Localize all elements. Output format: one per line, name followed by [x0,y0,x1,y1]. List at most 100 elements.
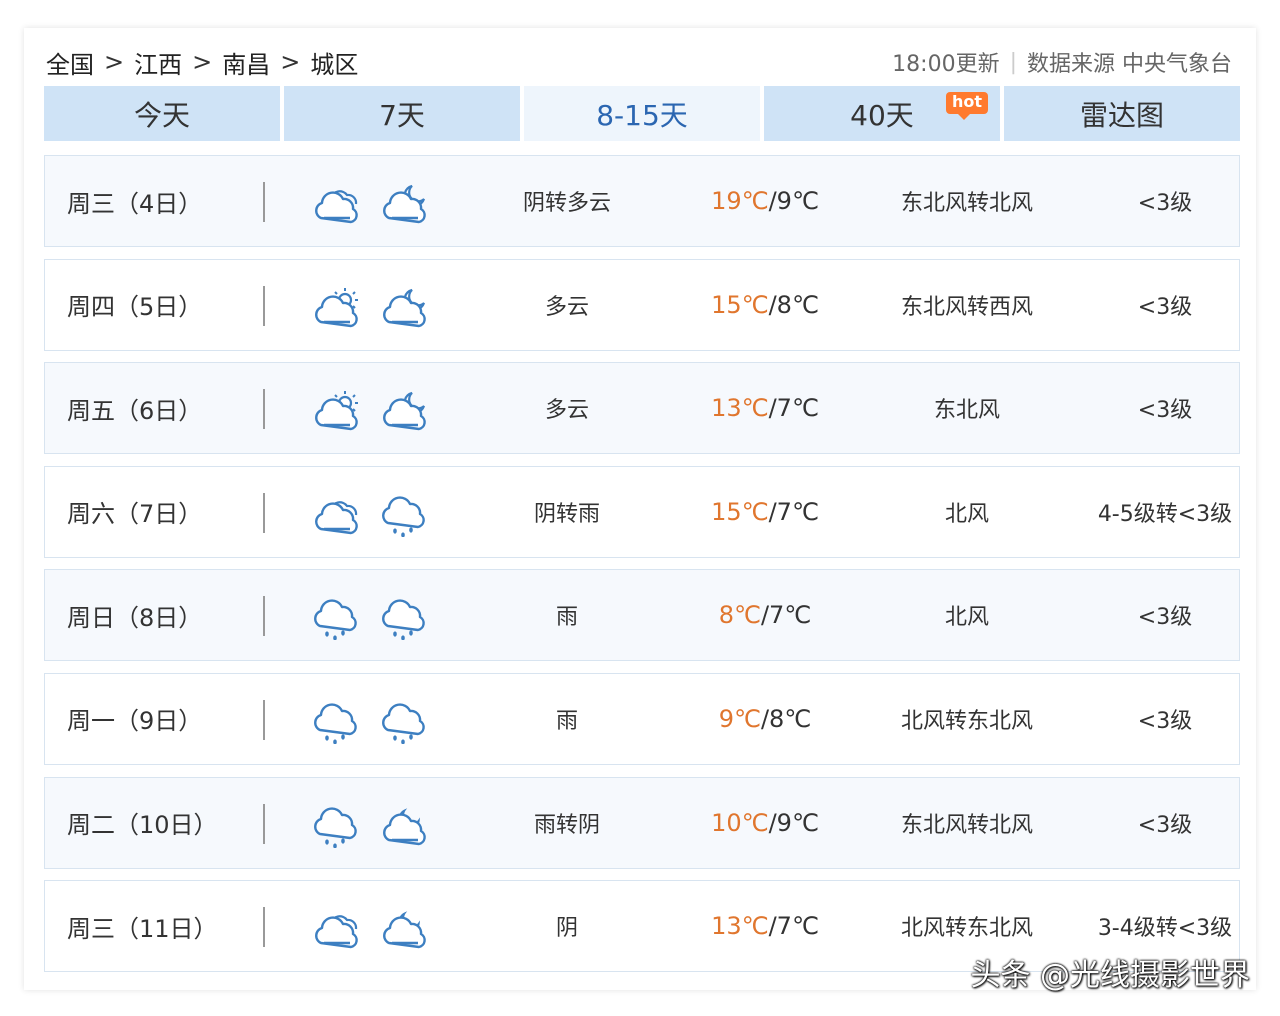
update-time: 18:00更新 [892,52,1000,77]
partly-cloudy-night-icon [383,184,426,224]
temp-low: /9℃ [768,187,819,215]
wind-level: <3级 [1137,812,1193,838]
cloudy-icon [315,915,358,949]
tab-radar[interactable]: 雷达图 [1004,86,1240,141]
wind-direction: 东北风转北风 [900,812,1033,838]
moon-cloud-icon [383,807,426,845]
forecast-row: 周日（8日） 雨 8℃/7℃ 北风 <3级 [44,569,1240,662]
rain-icon [314,599,357,641]
temp-high: 19℃ [711,187,769,215]
weather-description: 多云 [544,398,589,424]
breadcrumb-country[interactable]: 全国 [46,45,94,80]
row-divider [263,492,265,533]
day-label: 周六（7日） [67,500,203,529]
weather-description: 多云 [544,294,589,320]
wind-direction: 北风 [944,501,989,527]
breadcrumb-separator: > [192,48,213,76]
tab-7-days[interactable]: 7天 [284,86,520,141]
weather-description: 阴转雨 [533,501,600,527]
weather-icons [311,389,429,433]
rain-icon [314,703,357,744]
weather-icons [311,804,429,848]
breadcrumb-city[interactable]: 南昌 [222,45,270,80]
forecast-row: 周三（4日） 阴转多云 19℃/9℃ 东北风转北风 <3级 [44,155,1240,247]
weather-icons [311,493,429,537]
data-source: 数据来源 中央气象台 [1027,52,1232,77]
day-label: 周二（10日） [67,811,218,840]
temperature-range: 13℃/7℃ [665,912,865,940]
cloudy-icon [315,500,358,534]
partly-cloudy-night-icon [383,392,426,431]
breadcrumb-district: 城区 [310,50,359,79]
breadcrumb-province[interactable]: 江西 [134,45,182,80]
weather-icons [311,286,429,330]
weather-icons [311,596,429,641]
tab-today[interactable]: 今天 [44,86,280,141]
forecast-list: 周三（4日） 阴转多云 19℃/9℃ 东北风转北风 <3级 周四（5日） 多云 15℃/8℃ 东… [44,155,1240,984]
row-divider [263,907,265,948]
temperature-range: 15℃/7℃ [665,498,865,526]
wind-direction: 东北风转西风 [900,294,1033,320]
weather-icons [311,182,429,226]
cloudy-icon [315,190,358,224]
temperature-range: 10℃/9℃ [665,809,865,837]
day-label: 周四（5日） [67,293,203,322]
wind-direction: 北风转东北风 [900,708,1033,734]
tab-8-15-days[interactable]: 8-15天 [524,86,760,141]
rain-icon [314,806,357,848]
day-label: 周日（8日） [67,603,203,632]
day-label: 周三（11日） [67,914,218,943]
weather-description: 雨转阴 [533,812,600,838]
forecast-row: 周六（7日） 阴转雨 15℃/7℃ 北风 4-5级转<3级 [44,465,1240,558]
weather-description: 雨 [555,708,578,734]
tab-label: 雷达图 [1079,98,1164,132]
wind-direction: 北风 [944,605,989,631]
row-divider [263,285,265,326]
temp-high: 13℃ [711,394,769,423]
breadcrumb: 全国 > 江西 > 南昌 > 城区 [46,44,358,80]
moon-cloud-icon [383,911,426,949]
forecast-row: 周四（5日） 多云 15℃/8℃ 东北风转西风 <3级 [44,258,1240,351]
temp-low: /7℃ [768,912,819,941]
temp-low: /7℃ [768,497,819,526]
weather-description: 阴转多云 [522,191,611,216]
row-divider [263,389,265,430]
wind-level: 3-4级转<3级 [1097,916,1233,942]
temperature-range: 9℃/8℃ [665,705,865,733]
wind-level: <3级 [1137,605,1193,631]
hot-badge: hot [946,92,989,120]
wind-direction: 北风转东北风 [900,916,1033,942]
tab-label: 7天 [379,98,425,132]
temp-low: /7℃ [768,394,819,423]
temp-low: /8℃ [768,290,819,319]
wind-level: <3级 [1137,191,1193,216]
wind-direction: 东北风转北风 [900,191,1033,216]
watermark: 头条 @光线摄影世界 [970,958,1250,993]
wind-level: <3级 [1137,294,1193,320]
temperature-range: 13℃/7℃ [665,394,865,422]
row-divider [263,699,265,740]
weather-description: 雨 [555,605,578,631]
forecast-row: 周一（9日） 雨 9℃/8℃ 北风转东北风 <3级 [44,672,1240,765]
tab-40-days[interactable]: 40天 hot [764,86,1000,141]
partly-cloudy-day-icon [315,287,358,327]
rain-icon [382,496,425,537]
tab-label: 8-15天 [596,98,688,132]
temperature-range: 8℃/7℃ [665,601,865,629]
temp-high: 8℃ [718,601,761,630]
row-divider [263,596,265,637]
rain-icon [382,599,425,641]
breadcrumb-separator: > [104,48,125,76]
temp-low: /9℃ [768,808,819,837]
wind-level: <3级 [1137,708,1193,734]
temp-low: /8℃ [760,704,812,733]
forecast-row: 周二（10日） 雨转阴 10℃/9℃ 东北风转北风 <3级 [44,776,1240,869]
partly-cloudy-night-icon [383,288,426,327]
temp-low: /7℃ [760,601,812,630]
temp-high: 9℃ [718,704,761,733]
temp-high: 15℃ [711,497,769,526]
weather-icons [311,700,429,744]
weather-description: 阴 [555,916,578,942]
day-label: 周一（9日） [67,707,203,736]
temperature-range: 19℃/9℃ [665,187,865,215]
